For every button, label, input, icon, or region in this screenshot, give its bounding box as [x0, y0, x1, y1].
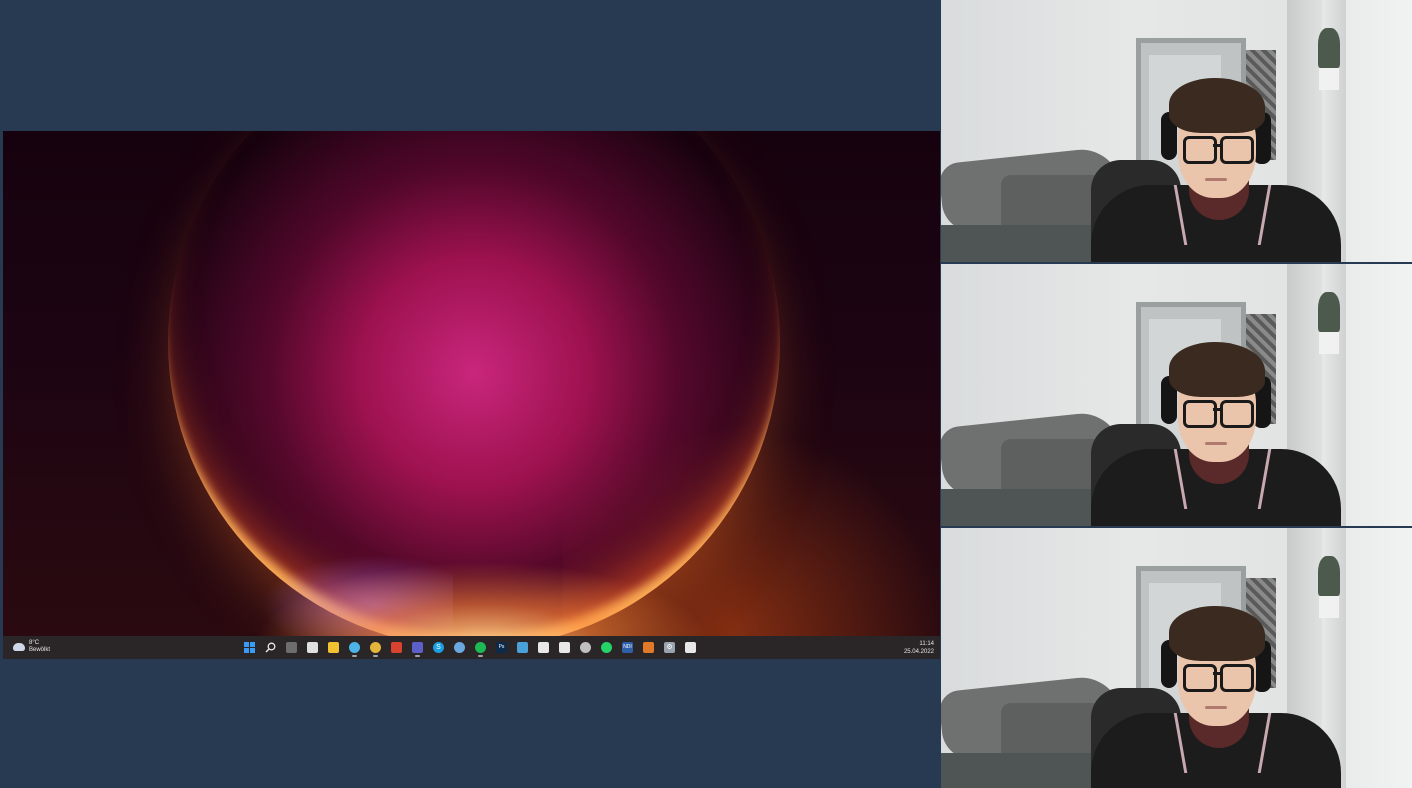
chat-icon [454, 642, 465, 653]
person-glasses [1220, 664, 1254, 692]
task-view-icon [286, 642, 297, 653]
taskbar-app[interactable] [472, 639, 489, 657]
person-glasses [1183, 664, 1217, 692]
taskbar-app[interactable] [241, 639, 258, 656]
taskbar-app[interactable] [556, 639, 573, 656]
chrome-icon [370, 642, 381, 653]
taskbar-clock[interactable]: 11:14 25.04.2022 [904, 640, 934, 656]
taskbar-app[interactable] [409, 639, 426, 657]
notepad-icon [517, 642, 528, 653]
weather-text: 8°C Bewölkt [29, 640, 50, 654]
person-hair [1169, 78, 1265, 133]
taskbar-app[interactable] [514, 639, 531, 656]
desktop-wallpaper [3, 131, 940, 636]
cam-plant-pot [1319, 332, 1339, 354]
weather-condition: Bewölkt [29, 647, 51, 653]
webcam-tile-1[interactable] [941, 0, 1412, 262]
cam-plant-pot [1319, 68, 1339, 90]
spotify-icon [475, 642, 486, 653]
taskbar-app[interactable] [325, 639, 342, 656]
taskbar-app[interactable] [346, 639, 363, 657]
recorder-icon [538, 642, 549, 653]
person-glasses-bridge [1213, 672, 1221, 675]
taskbar-app[interactable] [367, 639, 384, 657]
cloud-icon [13, 643, 25, 651]
taskbar-app[interactable] [577, 639, 594, 656]
ndi-icon: NDI [622, 642, 633, 653]
taskbar: 8°C Bewölkt S Ps NDI ⚙ 11:14 25.04.2022 [3, 636, 940, 659]
cam-plant-pot [1319, 596, 1339, 618]
clock-date: 25.04.2022 [903, 649, 934, 655]
search-icon [265, 642, 276, 653]
weather-widget[interactable]: 8°C Bewölkt [13, 640, 50, 654]
start-icon [244, 642, 255, 653]
taskbar-app[interactable] [262, 639, 279, 656]
snipping-tool-icon [685, 642, 696, 653]
taskbar-app[interactable]: ⚙ [661, 639, 678, 656]
widgets-icon [307, 642, 318, 653]
toolbox-icon [391, 642, 402, 653]
person-hair [1169, 342, 1265, 397]
person-mouth [1205, 706, 1227, 709]
taskbar-app[interactable] [451, 639, 468, 656]
file-explorer-icon [328, 642, 339, 653]
person-glasses-bridge [1213, 144, 1221, 147]
settings-icon: ⚙ [664, 642, 675, 653]
taskbar-app[interactable] [640, 639, 657, 656]
clock-app-icon [580, 642, 591, 653]
cam-plant [1318, 28, 1340, 68]
whatsapp-icon [601, 642, 612, 653]
skype-icon: S [433, 642, 444, 653]
photoshop-icon: Ps [496, 642, 507, 653]
person-mouth [1205, 178, 1227, 181]
taskbar-app[interactable]: S [430, 639, 447, 656]
person-glasses [1220, 400, 1254, 428]
cam-plant [1318, 556, 1340, 596]
taskbar-app[interactable] [388, 639, 405, 656]
person-glasses [1183, 136, 1217, 164]
office-icon [643, 642, 654, 653]
edge-icon [349, 642, 360, 653]
taskbar-app[interactable]: NDI [619, 639, 636, 656]
taskbar-app-icons: S Ps NDI ⚙ [241, 639, 699, 657]
screen-share-area: 8°C Bewölkt S Ps NDI ⚙ 11:14 25.04.2022 [0, 0, 940, 788]
person-hair [1169, 606, 1265, 661]
taskbar-app[interactable] [283, 639, 300, 656]
teams-icon [412, 642, 423, 653]
taskbar-app[interactable] [598, 639, 615, 656]
taskbar-app[interactable] [682, 639, 699, 656]
person-glasses-bridge [1213, 408, 1221, 411]
taskbar-app[interactable] [304, 639, 321, 656]
person-glasses [1220, 136, 1254, 164]
weather-temp: 8°C [29, 640, 40, 646]
app-icon [559, 642, 570, 653]
person-glasses [1183, 400, 1217, 428]
cam-plant [1318, 292, 1340, 332]
taskbar-app[interactable]: Ps [493, 639, 510, 656]
wallpaper-glow-bottom [253, 561, 713, 636]
webcam-tile-3[interactable] [941, 528, 1412, 788]
clock-time: 11:14 [919, 641, 934, 647]
webcam-tile-2[interactable] [941, 264, 1412, 526]
shared-desktop: 8°C Bewölkt S Ps NDI ⚙ 11:14 25.04.2022 [3, 131, 940, 659]
taskbar-app[interactable] [535, 639, 552, 656]
person-mouth [1205, 442, 1227, 445]
